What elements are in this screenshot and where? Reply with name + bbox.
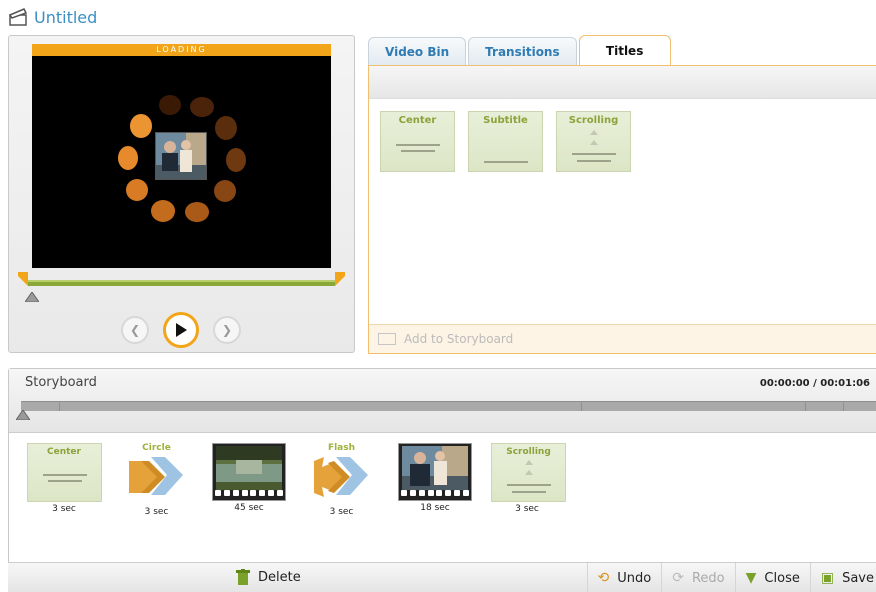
tile-label: Subtitle: [483, 115, 528, 126]
tab-bar: Video Bin Transitions Titles: [368, 35, 673, 65]
toolbar-actions: ⟲ Undo ⟳ Redo ▼ Close ▣ Save: [586, 563, 876, 592]
storyboard-clip[interactable]: Scrolling 3 sec: [491, 443, 566, 517]
title-bar: Untitled: [8, 6, 97, 28]
tab-transitions[interactable]: Transitions: [468, 37, 577, 65]
previous-button[interactable]: ❮: [121, 316, 149, 344]
storyboard-header: Storyboard 00:00:00 / 00:01:06: [9, 369, 876, 433]
clip-label: Flash: [327, 443, 356, 453]
storyboard-clip[interactable]: Flash 3 sec: [304, 443, 379, 517]
video-clip-thumbnail: [398, 443, 472, 501]
flash-transition-icon: [313, 457, 368, 497]
storyboard-timeline[interactable]: [21, 401, 876, 411]
clip-duration: 3 sec: [144, 507, 169, 517]
loading-bar: LOADING: [32, 44, 331, 56]
preview-panel: LOADING ❮ ❯: [8, 35, 355, 353]
storyboard-clip[interactable]: 45 sec: [194, 443, 304, 517]
title-clip-thumbnail: Center: [26, 443, 102, 502]
clip-label: Circle: [142, 443, 171, 453]
redo-icon: ⟳: [672, 570, 684, 586]
tile-label: Scrolling: [568, 115, 619, 126]
clip-duration: 3 sec: [52, 504, 76, 514]
playback-controls: ❮ ❯: [121, 312, 241, 348]
delete-label: Delete: [258, 569, 301, 585]
play-icon: [176, 323, 187, 337]
title-tile-subtitle[interactable]: Subtitle: [468, 111, 543, 172]
storyboard-time: 00:00:00 / 00:01:06: [759, 378, 870, 389]
undo-label: Undo: [617, 570, 652, 586]
clip-duration: 45 sec: [234, 503, 264, 513]
storyboard-clip[interactable]: Center 3 sec: [9, 443, 119, 517]
play-button[interactable]: [163, 312, 199, 348]
delete-button[interactable]: Delete: [236, 569, 301, 585]
circle-transition-icon: [128, 457, 183, 495]
tab-titles[interactable]: Titles: [578, 35, 671, 65]
save-icon: ▣: [820, 570, 835, 586]
save-button[interactable]: ▣ Save: [809, 563, 876, 592]
clip-label: Scrolling: [506, 447, 551, 457]
video-clip-thumbnail: [212, 443, 286, 501]
undo-icon: ⟲: [597, 570, 610, 586]
storyboard-add-icon: [378, 333, 396, 345]
chevron-right-icon: ❯: [221, 323, 233, 337]
clip-duration: 3 sec: [329, 507, 354, 517]
clip-label: Center: [47, 447, 81, 457]
scrub-bar[interactable]: [18, 272, 345, 292]
timeline-playhead-icon[interactable]: [16, 410, 30, 420]
storyboard-panel: Storyboard 00:00:00 / 00:01:06 Center 3 …: [8, 368, 876, 592]
storyboard-clip[interactable]: 18 sec: [379, 443, 491, 517]
panel-toolbar: [369, 66, 876, 99]
chevron-left-icon: ❮: [129, 323, 141, 337]
titles-panel: Center Subtitle Scrolling Add to Storybo…: [368, 65, 876, 354]
redo-button[interactable]: ⟳ Redo: [661, 563, 734, 592]
save-label: Save: [842, 570, 874, 586]
title-tile-scrolling[interactable]: Scrolling: [556, 111, 631, 172]
tab-video-bin[interactable]: Video Bin: [368, 37, 467, 65]
bottom-toolbar: Delete ⟲ Undo ⟳ Redo ▼ Close ▣ Save: [8, 562, 876, 592]
clip-duration: 3 sec: [515, 504, 539, 514]
preview-thumbnail: [155, 132, 207, 180]
undo-button[interactable]: ⟲ Undo: [586, 563, 662, 592]
next-button[interactable]: ❯: [213, 316, 241, 344]
video-preview[interactable]: [32, 56, 331, 268]
tile-label: Center: [398, 115, 437, 126]
storyboard-clip[interactable]: Circle 3 sec: [119, 443, 194, 517]
playhead-icon[interactable]: [25, 292, 39, 302]
clip-duration: 18 sec: [420, 503, 450, 513]
close-button[interactable]: ▼ Close: [734, 563, 810, 592]
trash-icon: [236, 569, 250, 585]
download-icon: ▼: [745, 570, 757, 586]
clapperboard-icon: [8, 8, 28, 26]
storyboard-title: Storyboard: [25, 375, 97, 390]
title-tiles: Center Subtitle Scrolling: [380, 111, 644, 172]
add-to-storyboard-label: Add to Storyboard: [404, 332, 514, 346]
storyboard-clips: Center 3 sec Circle 3 sec 45 sec Flash 3…: [9, 443, 566, 517]
add-to-storyboard-button[interactable]: Add to Storyboard: [369, 324, 876, 353]
redo-label: Redo: [691, 570, 725, 586]
title-clip-thumbnail: Scrolling: [491, 443, 566, 502]
title-tile-center[interactable]: Center: [380, 111, 455, 172]
page-title: Untitled: [34, 7, 98, 27]
close-label: Close: [764, 570, 800, 586]
